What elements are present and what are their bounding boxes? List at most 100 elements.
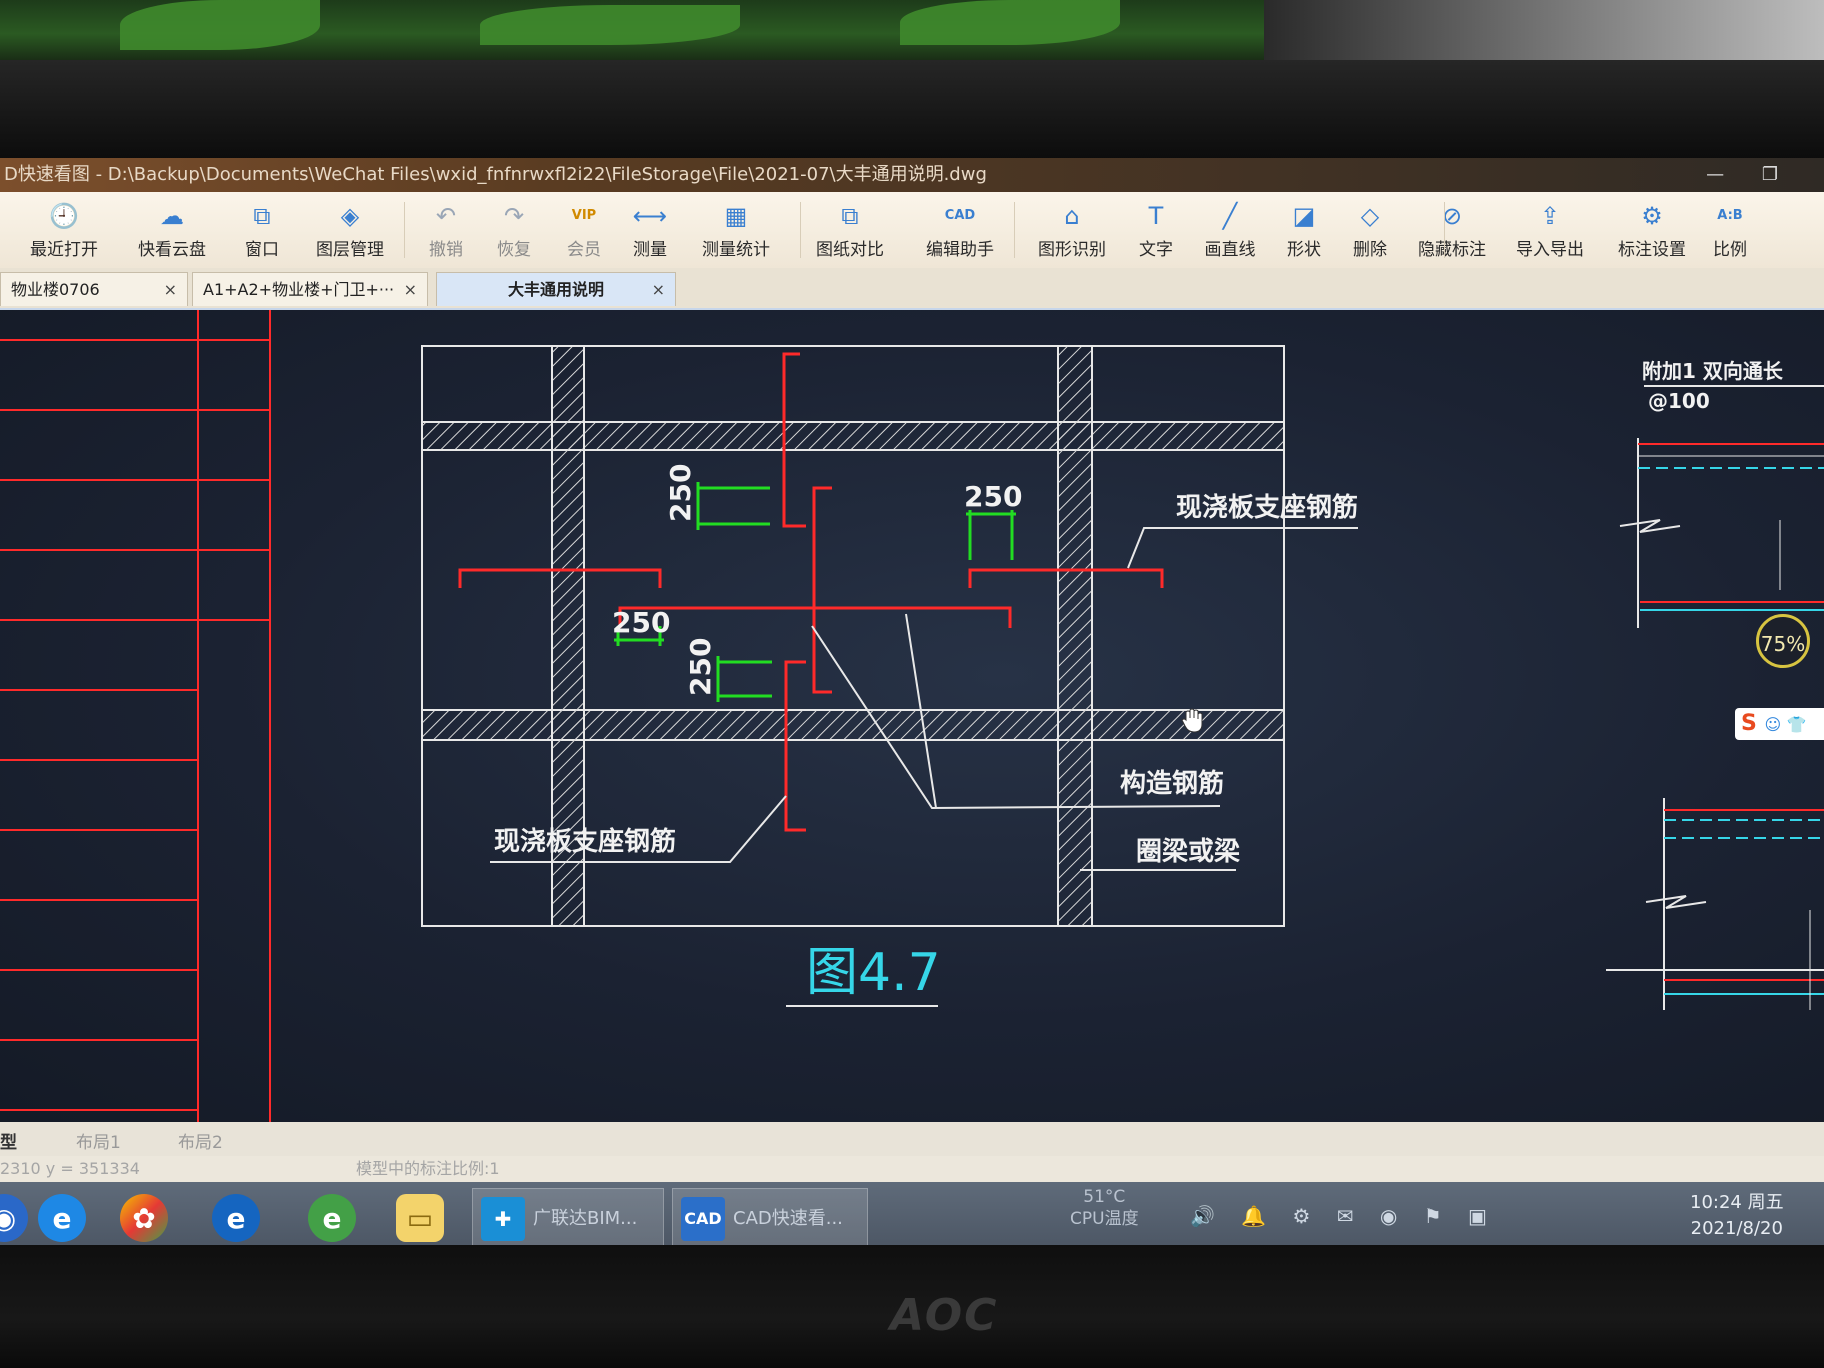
taskbar-task-cad[interactable]: CAD CAD快速看...	[672, 1188, 868, 1248]
toolbar-button-17[interactable]: ⇪ 导入导出	[1514, 192, 1586, 268]
tab-layout1[interactable]: 布局1	[76, 1128, 121, 1153]
ie-browser-icon[interactable]: e	[38, 1194, 86, 1242]
toolbar-separator	[1444, 202, 1445, 258]
column-right-hatch	[1057, 345, 1093, 927]
toolbar-button-10[interactable]: CAD 编辑助手	[924, 192, 996, 268]
toolbar-button-label: 画直线	[1204, 239, 1256, 260]
toolbar-button-label: 导入导出	[1516, 239, 1584, 260]
import-export-icon: ⇪	[1539, 201, 1561, 230]
zoom-badge[interactable]: 75%	[1756, 614, 1810, 668]
toolbar-separator	[404, 202, 405, 258]
ime-toolbar[interactable]: S ☺ 👕	[1735, 708, 1824, 740]
toolbar-button-6[interactable]: VIP 会员	[548, 192, 620, 268]
window-icon: ⧉	[253, 201, 271, 230]
sogou-icon: S	[1741, 711, 1757, 736]
toolbar-button-label: 测量统计	[702, 239, 770, 260]
toolbar-button-4[interactable]: ↶ 撤销	[410, 192, 482, 268]
tab-layout2[interactable]: 布局2	[178, 1128, 223, 1153]
close-icon[interactable]: ×	[404, 273, 417, 307]
cloud-icon: ☁	[160, 201, 184, 230]
toolbar-button-label: 比例	[1713, 239, 1747, 260]
taskbar-task-glodon[interactable]: ✚ 广联达BIM...	[472, 1188, 664, 1248]
app-launcher-icon[interactable]: ✿	[120, 1194, 168, 1242]
toolbar-button-2[interactable]: ⧉ 窗口	[226, 192, 298, 268]
toolbar-button-1[interactable]: ☁ 快看云盘	[136, 192, 208, 268]
folder-icon[interactable]: ▭	[396, 1194, 444, 1242]
toolbar-button-label: 删除	[1353, 239, 1387, 260]
dim-label: 250	[664, 464, 697, 522]
shape-recognize-icon: ⌂	[1064, 201, 1080, 230]
tab-label: 物业楼0706	[11, 280, 100, 299]
toolbar-button-9[interactable]: ⧉ 图纸对比	[814, 192, 886, 268]
measure-stats-icon: ▦	[724, 201, 748, 230]
toolbar-button-label: 恢复	[497, 239, 531, 260]
toolbar-button-0[interactable]: 🕘 最近打开	[28, 192, 100, 268]
window-controls[interactable]: — ❐	[1706, 158, 1794, 192]
label-construct-rebar: 构造钢筋	[1120, 768, 1224, 799]
taskbar-clock[interactable]: 10:24 周五 2021/8/20	[1690, 1190, 1784, 1242]
toolbar-button-5[interactable]: ↷ 恢复	[478, 192, 550, 268]
start-button[interactable]: ◉	[0, 1194, 28, 1242]
toolbar-button-11[interactable]: ⌂ 图形识别	[1036, 192, 1108, 268]
tab-dafeng-general-notes[interactable]: 大丰通用说明 ×	[436, 272, 676, 306]
clock-icon: 🕘	[49, 201, 79, 230]
toolbar-button-3[interactable]: ◈ 图层管理	[314, 192, 386, 268]
task-label: CAD快速看...	[733, 1208, 843, 1229]
toolbar-button-label: 标注设置	[1618, 239, 1686, 260]
cpu-temperature: 51°C CPU温度	[1070, 1186, 1139, 1230]
close-icon[interactable]: ×	[652, 273, 665, 307]
side-label: 附加1 双向通长	[1642, 359, 1784, 383]
right-partial-detail: 附加1 双向通长 @100	[1606, 359, 1824, 1010]
tab-a1a2[interactable]: A1+A2+物业楼+门卫+··· ×	[192, 272, 428, 306]
toolbar-button-15[interactable]: ◇ 删除	[1334, 192, 1406, 268]
clock-date: 2021/8/20	[1690, 1218, 1783, 1239]
toolbar-button-14[interactable]: ◪ 形状	[1268, 192, 1340, 268]
toolbar-button-12[interactable]: T 文字	[1120, 192, 1192, 268]
tab-model[interactable]: 型	[0, 1128, 17, 1153]
system-tray[interactable]: 🔊 🔔 ⚙ ✉ ◉ ⚑ ▣	[1190, 1204, 1497, 1228]
toolbar-button-7[interactable]: ⟷ 测量	[614, 192, 686, 268]
annotation-scale-note: 模型中的标注比例:1	[356, 1159, 500, 1178]
cpu-temp-value: 51°C	[1083, 1187, 1126, 1207]
cad-edit-icon: CAD	[944, 208, 976, 223]
dim-label: 250	[612, 606, 670, 639]
figure-caption: 图4.7	[806, 943, 941, 1003]
cpu-temp-label: CPU温度	[1070, 1209, 1139, 1229]
line-icon: ╱	[1222, 201, 1238, 230]
browser-360-icon[interactable]: e	[308, 1194, 356, 1242]
edge-legacy-icon[interactable]: e	[212, 1194, 260, 1242]
close-icon[interactable]: ×	[164, 273, 177, 307]
toolbar-button-13[interactable]: ╱ 画直线	[1194, 192, 1266, 268]
label-ring-beam: 圈梁或梁	[1136, 837, 1240, 867]
monitor-bezel-top	[0, 60, 1824, 160]
tab-label: A1+A2+物业楼+门卫+···	[203, 280, 395, 299]
toolbar-button-label: 图纸对比	[816, 239, 884, 260]
windows-taskbar: ◉ e ✿ e e ▭ ✚ 广联达BIM... CAD CAD快速看... 51°C…	[0, 1182, 1824, 1253]
ime-emoji-icon[interactable]: ☺ 👕	[1765, 715, 1807, 734]
compare-icon: ⧉	[841, 201, 859, 230]
tab-wuyelou[interactable]: 物业楼0706 ×	[0, 272, 188, 306]
toolbar-button-16[interactable]: ⊘ 隐藏标注	[1416, 192, 1488, 268]
hide-eye-icon: ⊘	[1441, 201, 1463, 230]
toolbar-button-label: 编辑助手	[926, 239, 994, 260]
cad-drawing-canvas[interactable]: 250 250 250 250 现浇板支座钢筋 现浇板支座钢筋 构造钢筋 圈梁或…	[0, 310, 1824, 1122]
layers-icon: ◈	[340, 201, 360, 230]
background-wall	[1264, 0, 1824, 60]
document-tabs: 物业楼0706 × A1+A2+物业楼+门卫+··· × 大丰通用说明 ×	[0, 268, 1824, 310]
task-label: 广联达BIM...	[533, 1208, 638, 1229]
toolbar-button-label: 隐藏标注	[1418, 239, 1486, 260]
toolbar-button-label: 窗口	[245, 239, 279, 260]
ruler-icon: ⟷	[632, 201, 668, 230]
toolbar-button-18[interactable]: ⚙ 标注设置	[1616, 192, 1688, 268]
shape-icon: ◪	[1292, 201, 1316, 230]
coordinate-readout: 2310 y = 351334	[0, 1159, 140, 1178]
window-titlebar: D快速看图 - D:\Backup\Documents\WeChat Files…	[0, 158, 1824, 192]
toolbar-button-label: 图形识别	[1038, 239, 1106, 260]
toolbar-button-label: 快看云盘	[138, 239, 206, 260]
tab-label: 大丰通用说明	[507, 280, 604, 299]
redo-icon: ↷	[503, 201, 525, 230]
text-icon: T	[1148, 201, 1164, 230]
cad-drawing: 250 250 250 250 现浇板支座钢筋 现浇板支座钢筋 构造钢筋 圈梁或…	[0, 310, 1824, 1122]
toolbar-button-8[interactable]: ▦ 测量统计	[700, 192, 772, 268]
toolbar-button-19[interactable]: A:B 比例	[1694, 192, 1766, 268]
